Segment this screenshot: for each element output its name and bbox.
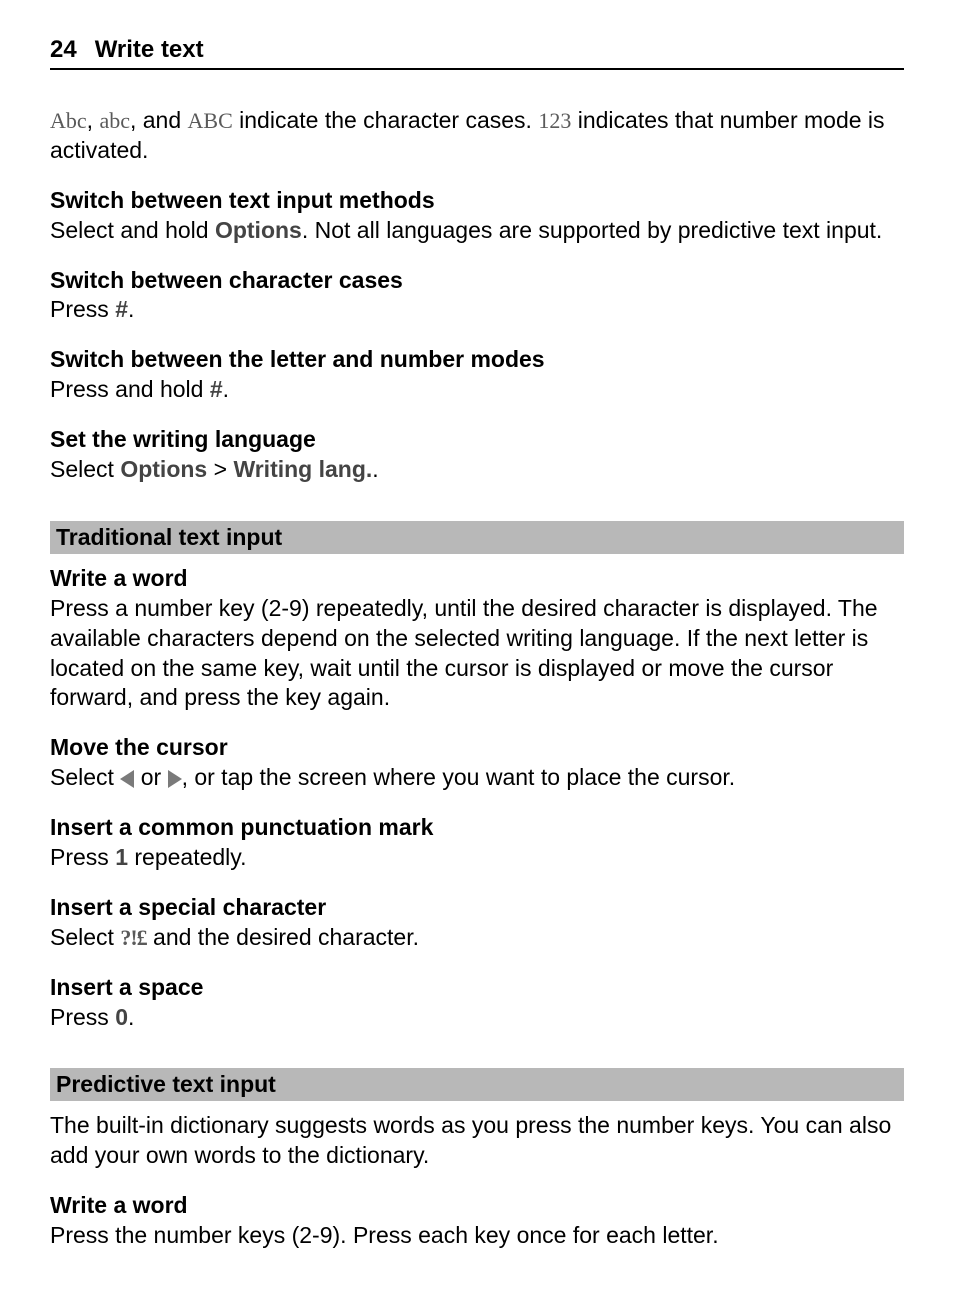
section-body: Press a number key (2-9) repeatedly, unt… — [50, 594, 904, 714]
options-label: Options — [215, 217, 302, 243]
mode-abc-mixed-icon: Abc — [50, 108, 87, 133]
section-title: Write a word — [50, 1191, 904, 1221]
section-body: Press the number keys (2-9). Press each … — [50, 1221, 904, 1251]
section-set-writing-language: Set the writing language Select Options … — [50, 425, 904, 485]
section-title: Insert a special character — [50, 893, 904, 923]
special-char-icon: ?!£ — [120, 925, 146, 950]
key-0-label: 0 — [115, 1004, 128, 1030]
predictive-intro: The built-in dictionary suggests words a… — [50, 1111, 904, 1171]
section-title: Switch between text input methods — [50, 186, 904, 216]
hash-key-label: # — [210, 376, 223, 402]
section-title: Insert a space — [50, 973, 904, 1003]
key-1-label: 1 — [115, 844, 128, 870]
mode-abc-lower-icon: abc — [99, 108, 130, 133]
page-title: Write text — [95, 36, 204, 63]
section-insert-punctuation: Insert a common punctuation mark Press 1… — [50, 813, 904, 873]
writing-lang-label: Writing lang. — [233, 456, 372, 482]
section-switch-input-methods: Switch between text input methods Select… — [50, 186, 904, 246]
section-title: Set the writing language — [50, 425, 904, 455]
predictive-text-input-bar: Predictive text input — [50, 1068, 904, 1101]
page-number: 24 — [50, 36, 77, 63]
section-write-a-word: Write a word Press a number key (2-9) re… — [50, 564, 904, 713]
options-label: Options — [120, 456, 207, 482]
left-arrow-icon — [120, 770, 134, 788]
right-arrow-icon — [168, 770, 182, 788]
manual-page: 24 Write text Abc, abc, and ABC indicate … — [0, 0, 954, 1311]
section-title: Insert a common punctuation mark — [50, 813, 904, 843]
section-move-cursor: Move the cursor Select or , or tap the s… — [50, 733, 904, 793]
section-switch-letter-number: Switch between the letter and number mod… — [50, 345, 904, 405]
section-title: Write a word — [50, 564, 904, 594]
section-switch-char-cases: Switch between character cases Press #. — [50, 266, 904, 326]
section-insert-space: Insert a space Press 0. — [50, 973, 904, 1033]
section-title: Move the cursor — [50, 733, 904, 763]
section-predictive-write-word: Write a word Press the number keys (2-9)… — [50, 1191, 904, 1251]
page-header: 24 Write text — [50, 36, 904, 70]
section-title: Switch between the letter and number mod… — [50, 345, 904, 375]
section-title: Switch between character cases — [50, 266, 904, 296]
traditional-text-input-bar: Traditional text input — [50, 521, 904, 554]
mode-abc-upper-icon: ABC — [188, 108, 233, 133]
mode-123-icon: 123 — [538, 108, 571, 133]
section-insert-special-char: Insert a special character Select ?!£ an… — [50, 893, 904, 953]
intro-paragraph: Abc, abc, and ABC indicate the character… — [50, 106, 904, 166]
hash-key-label: # — [115, 296, 128, 322]
